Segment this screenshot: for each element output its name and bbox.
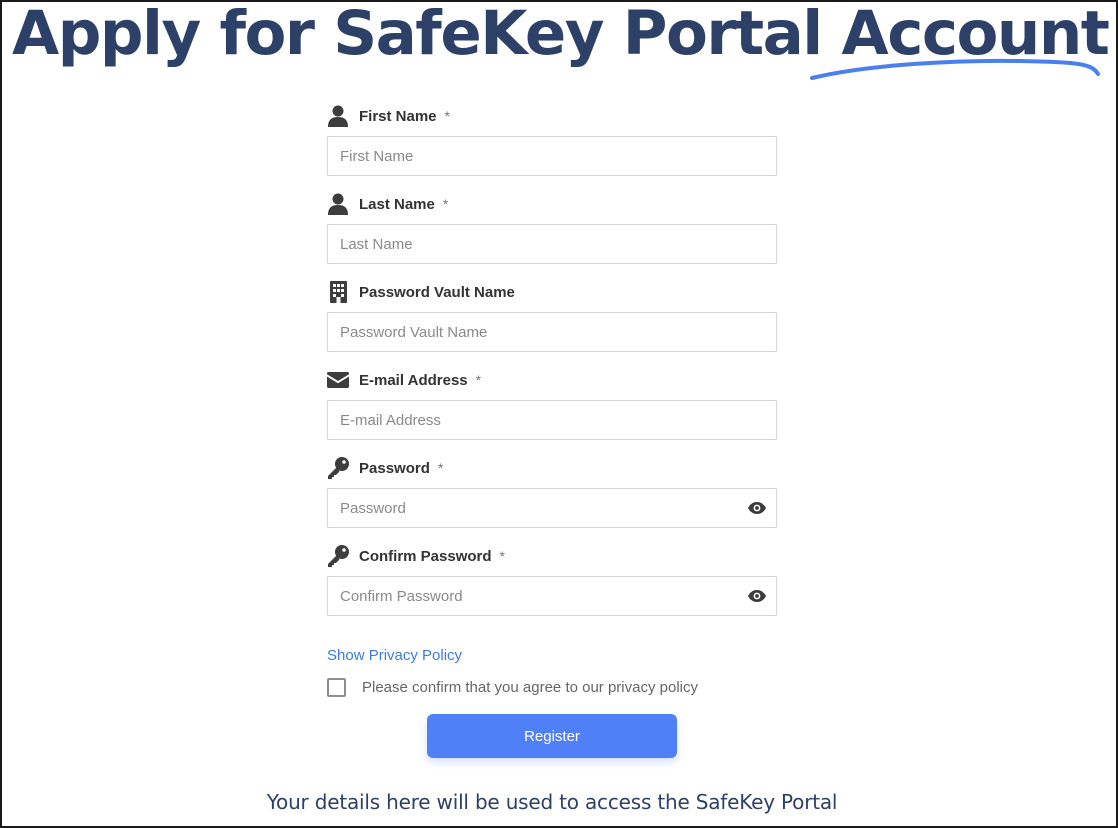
user-icon	[327, 104, 349, 128]
footer-note: Your details here will be used to access…	[266, 790, 838, 814]
first-name-label: First Name	[359, 107, 437, 125]
last-name-label: Last Name	[359, 195, 435, 213]
last-name-input[interactable]	[328, 225, 776, 263]
required-marker: *	[475, 372, 482, 388]
vault-name-label: Password Vault Name	[359, 283, 515, 301]
password-input[interactable]	[328, 489, 776, 527]
required-marker: *	[499, 548, 505, 564]
email-label: E-mail Address	[359, 371, 468, 389]
password-label: Password	[359, 459, 430, 477]
field-email: E-mail Address *	[327, 364, 777, 452]
eye-icon[interactable]	[748, 501, 766, 515]
email-input[interactable]	[328, 401, 776, 439]
vault-name-input[interactable]	[328, 313, 776, 351]
first-name-input[interactable]	[328, 137, 776, 175]
field-vault-name: Password Vault Name	[327, 276, 777, 364]
show-privacy-policy-link[interactable]: Show Privacy Policy	[327, 647, 462, 664]
privacy-consent-checkbox[interactable]	[327, 678, 346, 697]
registration-form: First Name * Last Name * Password Vault …	[327, 100, 777, 628]
building-icon	[327, 280, 349, 304]
privacy-consent-label: Please confirm that you agree to our pri…	[362, 679, 698, 696]
field-confirm-password: Confirm Password *	[327, 540, 777, 628]
privacy-consent-row: Please confirm that you agree to our pri…	[327, 678, 698, 697]
field-last-name: Last Name *	[327, 188, 777, 276]
required-marker: *	[442, 196, 449, 212]
key-icon	[327, 456, 349, 480]
register-button[interactable]: Register	[427, 714, 677, 758]
title-underline-decoration	[810, 58, 1100, 80]
user-icon	[327, 192, 349, 216]
envelope-icon	[327, 368, 349, 392]
confirm-password-label: Confirm Password	[359, 547, 492, 565]
required-marker: *	[437, 460, 444, 476]
field-first-name: First Name *	[327, 100, 777, 188]
page-title-prefix: Apply for SafeKey Portal	[12, 0, 823, 69]
required-marker: *	[444, 108, 450, 124]
eye-icon[interactable]	[748, 589, 766, 603]
key-icon	[327, 544, 349, 568]
field-password: Password *	[327, 452, 777, 540]
confirm-password-input[interactable]	[328, 577, 776, 615]
